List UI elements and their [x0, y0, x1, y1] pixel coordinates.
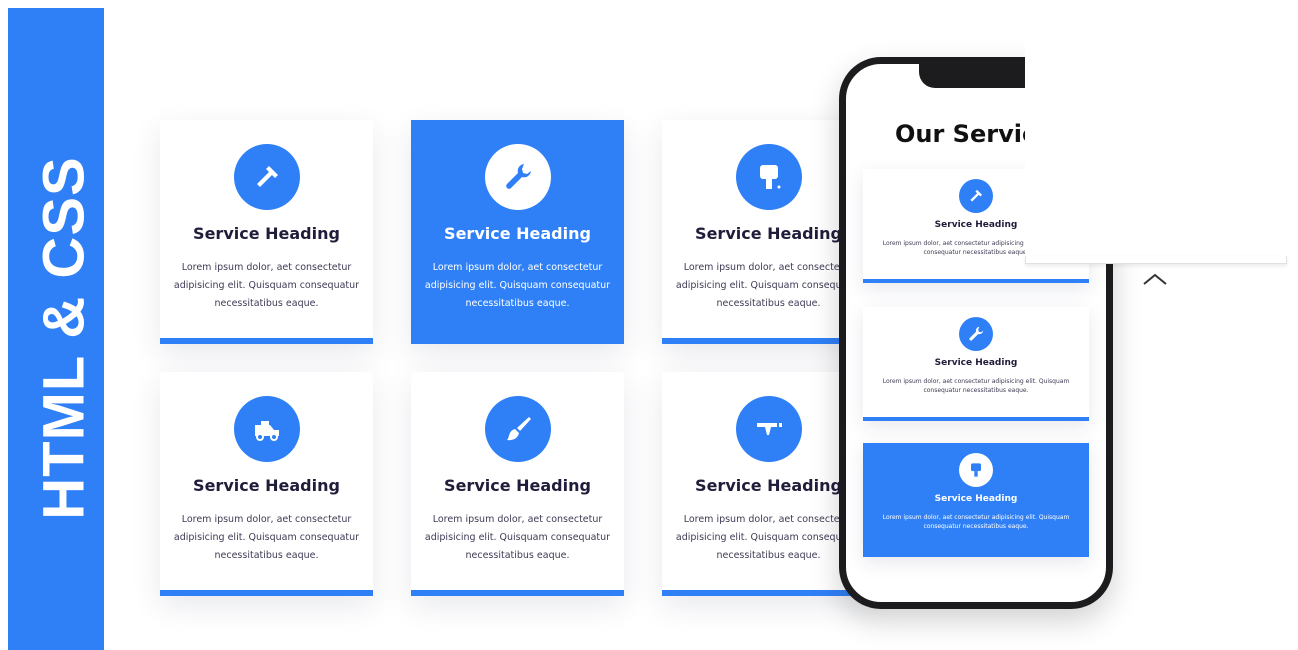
scroll-up-button[interactable]	[1140, 268, 1170, 290]
card-heading: Service Heading	[444, 224, 591, 243]
service-card-5[interactable]: Service Heading Lorem ipsum dolor, aet c…	[411, 372, 624, 596]
wrench-icon	[959, 317, 993, 351]
card-heading: Service Heading	[193, 224, 340, 243]
phone-card-text: Lorem ipsum dolor, aet consectetur adipi…	[882, 514, 1070, 530]
hammer-icon	[959, 179, 993, 213]
phone-card-heading: Service Heading	[934, 494, 1018, 504]
phone-service-card-2[interactable]: Service Heading Lorem ipsum dolor, aet c…	[863, 307, 1089, 421]
service-card-1[interactable]: Service Heading Lorem ipsum dolor, aet c…	[160, 120, 373, 344]
card-text: Lorem ipsum dolor, aet consectetur adipi…	[675, 514, 862, 561]
wrench-icon	[484, 144, 551, 210]
card-text: Lorem ipsum dolor, aet consectetur adipi…	[173, 262, 360, 309]
truck-icon	[233, 396, 300, 462]
card-heading: Service Heading	[444, 476, 591, 495]
overlay-panel-edge	[1025, 256, 1287, 264]
phone-card-text: Lorem ipsum dolor, aet consectetur adipi…	[882, 378, 1070, 394]
hammer-icon	[233, 144, 300, 210]
chevron-up-icon	[1143, 273, 1167, 285]
banner-title: HTML & CSS	[31, 156, 97, 520]
card-text: Lorem ipsum dolor, aet consectetur adipi…	[424, 262, 611, 309]
side-banner: HTML & CSS	[8, 8, 104, 650]
card-text: Lorem ipsum dolor, aet consectetur adipi…	[173, 514, 360, 561]
phone-service-card-3[interactable]: Service Heading Lorem ipsum dolor, aet c…	[863, 443, 1089, 557]
card-text: Lorem ipsum dolor, aet consectetur adipi…	[424, 514, 611, 561]
stage: HTML & CSS Service Heading Lorem ipsum d…	[0, 0, 1298, 650]
overlay-panel	[1025, 0, 1298, 256]
service-card-4[interactable]: Service Heading Lorem ipsum dolor, aet c…	[160, 372, 373, 596]
service-card-2[interactable]: Service Heading Lorem ipsum dolor, aet c…	[411, 120, 624, 344]
brush-icon	[484, 396, 551, 462]
card-text: Lorem ipsum dolor, aet consectetur adipi…	[675, 262, 862, 309]
paint-roller-icon	[735, 144, 802, 210]
phone-card-heading: Service Heading	[934, 358, 1018, 368]
paint-roller-icon	[959, 453, 993, 487]
card-heading: Service Heading	[193, 476, 340, 495]
faucet-icon	[735, 396, 802, 462]
